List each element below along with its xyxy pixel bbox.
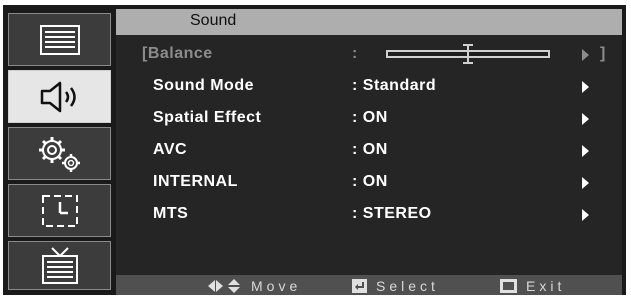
chevron-right-icon <box>582 113 589 125</box>
exit-icon <box>500 279 517 293</box>
menu-panel: [Balance : ] Sound Mode : Standard Spati… <box>116 35 622 275</box>
menu-item-label: [Balance <box>142 45 213 62</box>
hint-label: Select <box>376 278 439 294</box>
key-hint-bar: Move Select Exit <box>116 275 622 295</box>
menu-item-label: Sound Mode <box>153 77 254 94</box>
clock-icon <box>41 194 78 227</box>
hint-label: Move <box>251 278 302 294</box>
menu-item-label: MTS <box>153 205 189 222</box>
menu-item-internal[interactable]: INTERNAL : ON <box>116 168 622 198</box>
gears-icon <box>38 136 80 172</box>
sidebar-item-sound[interactable] <box>8 70 111 123</box>
page-title: Sound <box>190 12 237 29</box>
picture-icon <box>39 24 80 55</box>
sidebar-item-time[interactable] <box>8 184 111 237</box>
menu-item-label: AVC <box>153 141 188 158</box>
menu-item-label: INTERNAL <box>153 173 238 190</box>
menu-item-sound-mode[interactable]: Sound Mode : Standard <box>116 72 622 102</box>
menu-item-avc[interactable]: AVC : ON <box>116 136 622 166</box>
menu-item-value: : ON <box>352 141 388 158</box>
sidebar-item-channel[interactable] <box>8 241 111 290</box>
chevron-right-icon <box>582 209 589 221</box>
hint-select: Select <box>352 278 439 294</box>
chevron-right-icon <box>582 177 589 189</box>
tv-icon <box>41 246 78 284</box>
menu-item-spatial-effect[interactable]: Spatial Effect : ON <box>116 104 622 134</box>
menu-item-value: : STEREO <box>352 205 432 222</box>
chevron-right-icon <box>582 49 589 61</box>
menu-item-balance[interactable]: [Balance : ] <box>116 40 622 70</box>
hint-move: Move <box>208 278 301 294</box>
sidebar <box>8 13 111 290</box>
menu-item-value: : Standard <box>352 77 437 94</box>
sidebar-item-picture[interactable] <box>8 13 111 66</box>
enter-icon <box>352 279 367 293</box>
hint-exit: Exit <box>500 278 565 294</box>
sidebar-item-setup[interactable] <box>8 127 111 180</box>
speaker-icon <box>40 81 76 112</box>
menu-header: Sound <box>116 9 622 35</box>
navigation-arrows-icon <box>208 279 240 293</box>
menu-item-label: Spatial Effect <box>153 109 262 126</box>
balance-slider-handle[interactable] <box>463 44 473 64</box>
menu-item-value: : ON <box>352 109 388 126</box>
menu-item-mts[interactable]: MTS : STEREO <box>116 200 622 230</box>
menu-item-separator: : <box>352 45 358 62</box>
chevron-right-icon <box>582 81 589 93</box>
hint-label: Exit <box>526 278 566 294</box>
chevron-right-icon <box>582 145 589 157</box>
menu-item-value: : ON <box>352 173 388 190</box>
menu-item-bracket: ] <box>600 45 606 62</box>
